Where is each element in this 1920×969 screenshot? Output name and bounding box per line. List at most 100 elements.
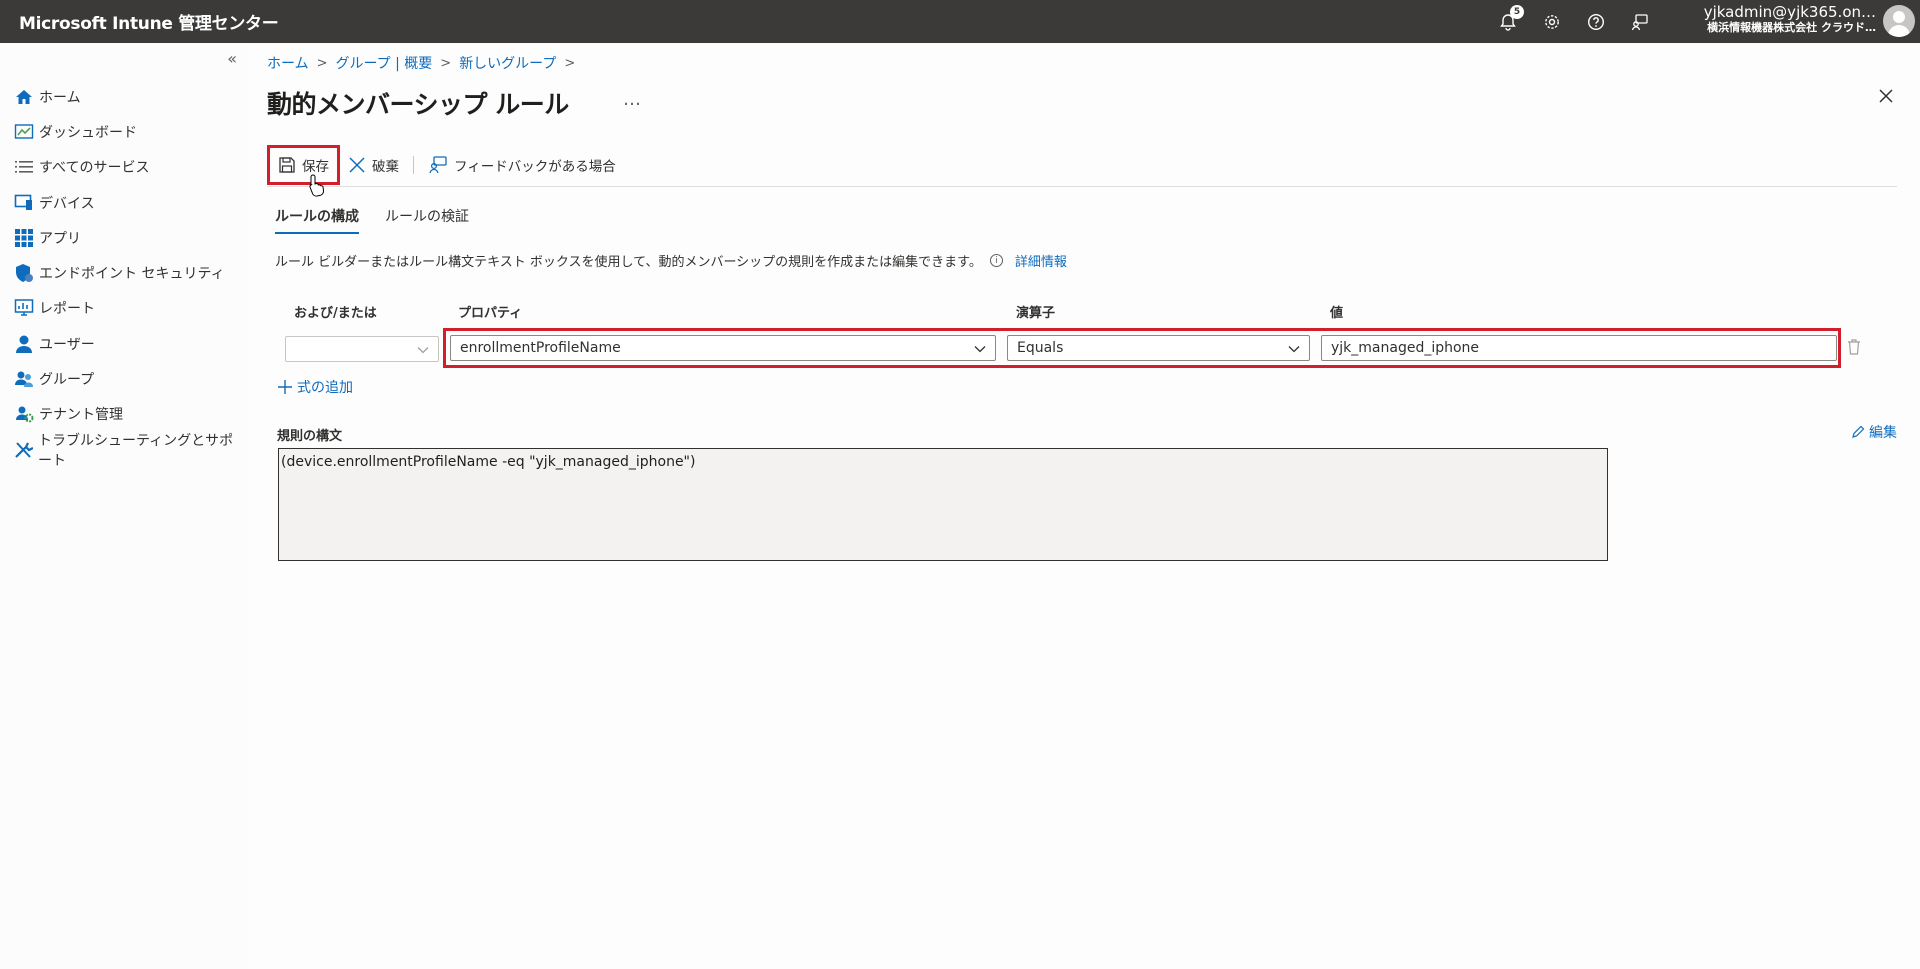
value-input[interactable]: yjk_managed_iphone bbox=[1321, 335, 1837, 361]
sidebar-item-label: デバイス bbox=[39, 195, 95, 212]
property-select[interactable]: enrollmentProfileName bbox=[450, 335, 996, 361]
sidebar-item-reports[interactable]: レポート bbox=[0, 291, 247, 326]
andor-select[interactable] bbox=[285, 336, 439, 362]
breadcrumb-new-group[interactable]: 新しいグループ bbox=[459, 53, 556, 73]
gear-icon bbox=[1545, 14, 1559, 29]
header-operator: 演算子 bbox=[1016, 306, 1056, 321]
plus-icon bbox=[278, 380, 292, 394]
apps-icon bbox=[13, 227, 34, 248]
delete-row-button[interactable] bbox=[1847, 339, 1861, 359]
rule-syntax-text: (device.enrollmentProfileName -eq "yjk_m… bbox=[281, 454, 696, 470]
chevron-right-icon: > bbox=[564, 55, 576, 71]
device-icon bbox=[13, 192, 34, 213]
list-icon bbox=[13, 157, 34, 178]
account-email: yjkadmin@yjk365.on… bbox=[1703, 4, 1876, 20]
rule-syntax-label: 規則の構文 bbox=[277, 429, 343, 444]
avatar[interactable] bbox=[1883, 5, 1915, 37]
edit-label: 編集 bbox=[1869, 425, 1897, 441]
app-title[interactable]: Microsoft Intune 管理センター bbox=[19, 9, 279, 34]
hand-cursor-icon bbox=[309, 174, 325, 197]
chevron-down-icon bbox=[1288, 346, 1300, 353]
sidebar-item-label: ホーム bbox=[39, 89, 81, 106]
tab-validate-rules[interactable]: ルールの検証 bbox=[385, 206, 469, 234]
help-icon bbox=[1587, 13, 1605, 30]
rule-syntax-textbox[interactable]: (device.enrollmentProfileName -eq "yjk_m… bbox=[278, 448, 1608, 561]
home-icon bbox=[13, 86, 34, 107]
top-bar: Microsoft Intune 管理センター 5 yjkadmin@yjk36… bbox=[0, 0, 1920, 43]
description-text: ルール ビルダーまたはルール構文テキスト ボックスを使用して、動的メンバーシップ… bbox=[275, 255, 982, 270]
sidebar-item-label: ユーザー bbox=[39, 336, 95, 353]
sidebar-nav: ホーム ダッシュボード すべてのサービス デバイス アプリ エンドポイント セキ… bbox=[0, 79, 247, 469]
chevron-right-icon: > bbox=[316, 55, 328, 71]
sidebar-item-troubleshooting[interactable]: トラブルシューティングとサポート bbox=[0, 432, 247, 469]
description: ルール ビルダーまたはルール構文テキスト ボックスを使用して、動的メンバーシップ… bbox=[275, 251, 1067, 270]
breadcrumb-group-overview[interactable]: グループ | 概要 bbox=[336, 53, 433, 73]
add-expression-button[interactable]: 式の追加 bbox=[277, 377, 353, 397]
sidebar-item-tenant-admin[interactable]: テナント管理 bbox=[0, 397, 247, 432]
info-icon[interactable]: i bbox=[989, 254, 1003, 267]
sidebar-item-label: レポート bbox=[39, 301, 95, 318]
notification-badge: 5 bbox=[1510, 4, 1524, 19]
sidebar: « ホーム ダッシュボード すべてのサービス デバイス アプリ エンドポイント … bbox=[0, 43, 247, 969]
sidebar-item-label: アプリ bbox=[39, 230, 81, 247]
help-button[interactable] bbox=[1584, 10, 1608, 34]
sidebar-item-devices[interactable]: デバイス bbox=[0, 185, 247, 220]
close-button[interactable] bbox=[1878, 88, 1894, 108]
sidebar-item-endpoint-security[interactable]: エンドポイント セキュリティ bbox=[0, 255, 247, 290]
feedback-icon bbox=[429, 156, 447, 174]
learn-more-link[interactable]: 詳細情報 bbox=[1015, 251, 1067, 270]
breadcrumb-home[interactable]: ホーム bbox=[267, 53, 309, 73]
sidebar-item-label: テナント管理 bbox=[39, 407, 123, 424]
sidebar-item-label: エンドポイント セキュリティ bbox=[39, 266, 225, 283]
group-icon bbox=[13, 369, 34, 390]
sidebar-item-label: ダッシュボード bbox=[39, 124, 137, 141]
chevron-down-icon bbox=[417, 347, 429, 354]
sidebar-item-label: トラブルシューティングとサポート bbox=[38, 432, 234, 469]
top-icons: 5 bbox=[1496, 0, 1652, 43]
close-icon bbox=[1879, 89, 1893, 103]
edit-syntax-button[interactable]: 編集 bbox=[1851, 422, 1897, 442]
save-icon bbox=[279, 157, 295, 173]
header-value: 値 bbox=[1330, 306, 1344, 321]
breadcrumb: ホーム > グループ | 概要 > 新しいグループ > bbox=[267, 53, 575, 73]
property-value: enrollmentProfileName bbox=[460, 340, 621, 356]
tab-list: ルールの構成 ルールの検証 bbox=[275, 206, 469, 234]
shield-icon bbox=[13, 263, 34, 284]
wrench-icon bbox=[13, 439, 33, 460]
sidebar-item-apps[interactable]: アプリ bbox=[0, 220, 247, 255]
tenant-icon bbox=[13, 404, 34, 425]
sidebar-item-dashboard[interactable]: ダッシュボード bbox=[0, 114, 247, 149]
sidebar-item-groups[interactable]: グループ bbox=[0, 361, 247, 396]
save-label: 保存 bbox=[302, 159, 329, 175]
feedback-button[interactable]: フィードバックがある場合 bbox=[420, 149, 624, 181]
toolbar-divider bbox=[413, 156, 414, 174]
value-text: yjk_managed_iphone bbox=[1331, 340, 1480, 356]
discard-icon bbox=[349, 157, 365, 173]
operator-value: Equals bbox=[1017, 340, 1064, 356]
trash-icon bbox=[1848, 339, 1860, 355]
tab-configure-rules[interactable]: ルールの構成 bbox=[275, 206, 359, 234]
account-org: 横浜情報機器株式会社 クラウド… bbox=[1707, 21, 1876, 34]
discard-button[interactable]: 破棄 bbox=[340, 149, 407, 181]
sidebar-item-label: すべてのサービス bbox=[39, 160, 150, 177]
feedback-icon bbox=[1631, 13, 1648, 30]
report-icon bbox=[13, 298, 34, 319]
settings-button[interactable] bbox=[1540, 10, 1564, 34]
header-andor: および/または bbox=[294, 306, 377, 321]
notifications-button[interactable]: 5 bbox=[1496, 4, 1524, 34]
more-options-button[interactable]: … bbox=[623, 89, 641, 110]
user-icon bbox=[13, 333, 34, 354]
sidebar-item-users[interactable]: ユーザー bbox=[0, 326, 247, 361]
pencil-icon bbox=[1852, 425, 1865, 438]
feedback-label: フィードバックがある場合 bbox=[454, 159, 616, 175]
collapse-sidebar-button[interactable]: « bbox=[227, 49, 237, 68]
save-button[interactable]: 保存 bbox=[267, 145, 340, 185]
sidebar-item-all-services[interactable]: すべてのサービス bbox=[0, 150, 247, 185]
dashboard-icon bbox=[13, 121, 34, 142]
feedback-top-button[interactable] bbox=[1628, 10, 1652, 34]
account-info[interactable]: yjkadmin@yjk365.on… 横浜情報機器株式会社 クラウド… bbox=[1696, 4, 1876, 36]
sidebar-item-home[interactable]: ホーム bbox=[0, 79, 247, 114]
add-expression-label: 式の追加 bbox=[297, 380, 353, 396]
toolbar-divider-line bbox=[267, 186, 1897, 187]
operator-select[interactable]: Equals bbox=[1007, 335, 1310, 361]
